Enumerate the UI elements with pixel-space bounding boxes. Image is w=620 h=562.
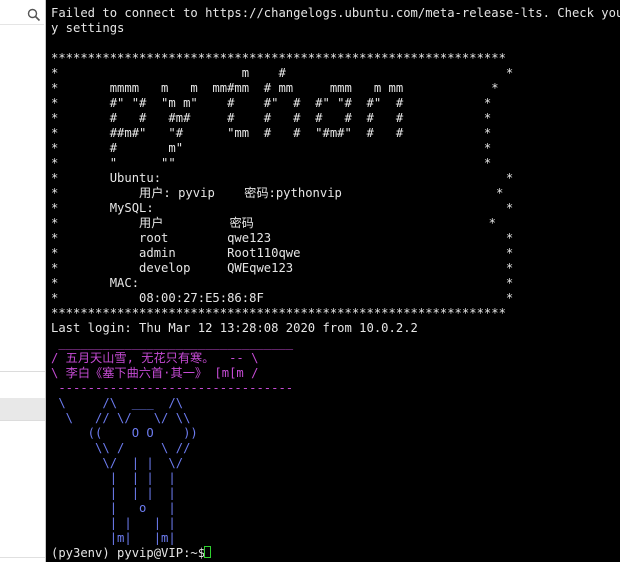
- mac-label: * MAC: *: [51, 276, 514, 290]
- banner-art-line: * # # #m# # # # # # # # *: [51, 111, 492, 125]
- sidebar-divider: [0, 557, 46, 558]
- banner-art-line: * #" "# "m m" # #" # #" "# #" # *: [51, 96, 492, 110]
- ubuntu-credentials: * 用户: pyvip 密码:pythonvip *: [51, 186, 504, 200]
- poem-line: \ 李白《塞下曲六首·其一》 [m[m /: [51, 366, 259, 380]
- cow-art-line: \ /\ ___ /\: [51, 396, 184, 410]
- banner-art-line: * " "" *: [51, 156, 492, 170]
- cow-art-line: | | | |: [51, 471, 176, 485]
- banner-art-line: * ##m#" "# "mm # # "#m#" # # *: [51, 126, 492, 140]
- mysql-row: * admin Root110qwe *: [51, 246, 514, 260]
- cow-art-line: | | | |: [51, 486, 176, 500]
- banner-art-line: * # m" *: [51, 141, 492, 155]
- sidebar-search-box[interactable]: [0, 4, 44, 25]
- banner-border-bottom: ****************************************…: [51, 306, 506, 320]
- poem-box-bottom: --------------------------------: [51, 381, 294, 395]
- cow-art-line: | | | |: [51, 516, 176, 530]
- search-icon[interactable]: [27, 8, 41, 22]
- sidebar-divider: [0, 420, 46, 421]
- cow-art-line: \ // \/ \/ \\: [51, 411, 191, 425]
- poem-box-top: ________________________________: [51, 336, 294, 350]
- error-message-cont: y settings: [51, 21, 125, 35]
- mysql-label: * MySQL: *: [51, 201, 514, 215]
- host-sidebar: [0, 0, 46, 562]
- poem-line: / 五月天山雪, 无花只有寒。 -- \: [51, 351, 259, 365]
- banner-art-line: * mmmm m m mm#mm # mm mmm m mm *: [51, 81, 499, 95]
- sidebar-selected-item[interactable]: [0, 398, 46, 420]
- ubuntu-label: * Ubuntu: *: [51, 171, 514, 185]
- mysql-row: * root qwe123 *: [51, 231, 514, 245]
- mysql-row: * develop QWEqwe123 *: [51, 261, 514, 275]
- error-message: Failed to connect to https://changelogs.…: [51, 6, 620, 20]
- mysql-header: * 用户 密码 *: [51, 216, 496, 230]
- sidebar-divider: [0, 371, 46, 372]
- terminal-window[interactable]: Failed to connect to https://changelogs.…: [46, 0, 620, 562]
- cow-art-line: (( O O )): [51, 426, 198, 440]
- last-login-line: Last login: Thu Mar 12 13:28:08 2020 fro…: [51, 321, 418, 335]
- banner-art-line: * m # *: [51, 66, 514, 80]
- cow-art-line: |m| |m|: [51, 531, 176, 545]
- shell-prompt[interactable]: (py3env) pyvip@VIP:~$: [51, 546, 212, 561]
- banner-border-top: ****************************************…: [51, 51, 506, 65]
- cow-art-line: \\ / \ //: [51, 441, 191, 455]
- mac-value: * 08:00:27:E5:86:8F *: [51, 291, 514, 305]
- terminal-cursor[interactable]: [204, 546, 211, 558]
- cow-art-line: \/ | | \/: [51, 456, 184, 470]
- cow-art-line: | o |: [51, 501, 176, 515]
